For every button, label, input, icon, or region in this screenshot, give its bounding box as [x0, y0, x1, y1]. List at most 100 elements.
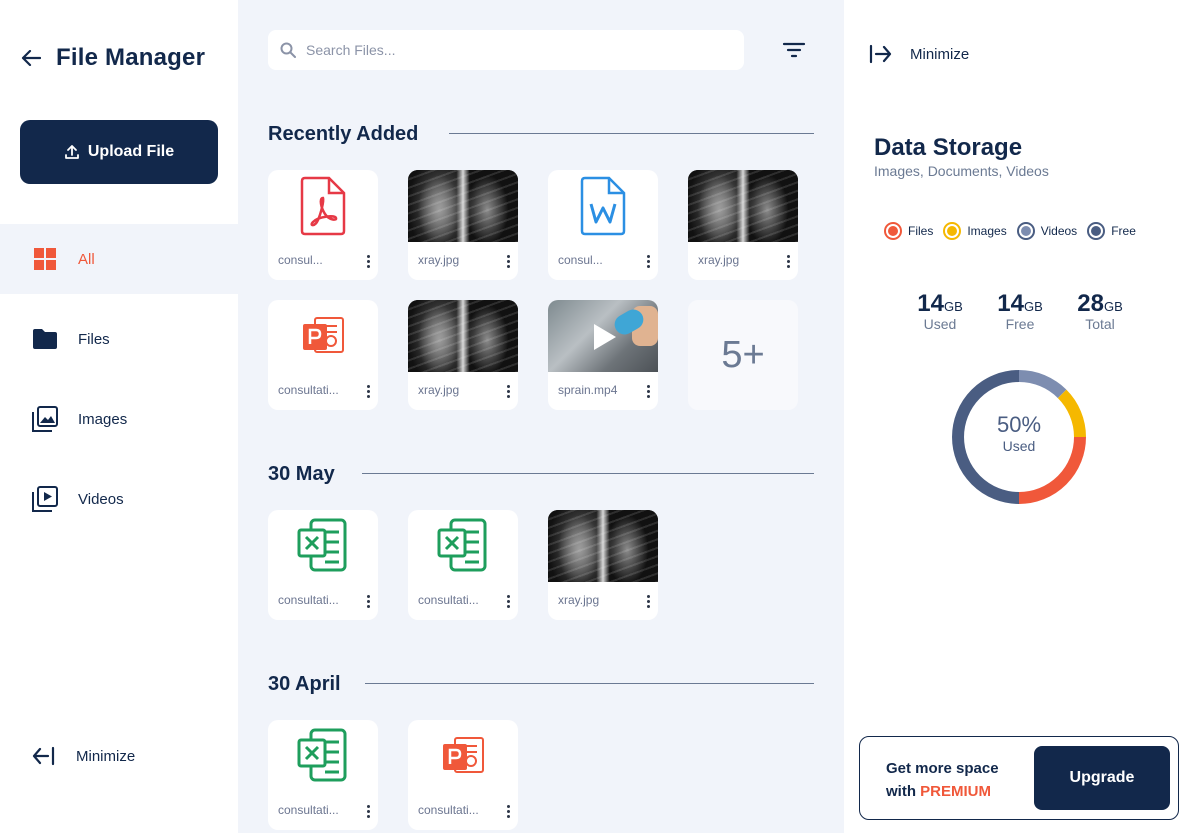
stat-unit: GB	[1023, 299, 1043, 314]
back-arrow-icon[interactable]	[20, 47, 42, 69]
file-card[interactable]: consultati...	[268, 720, 378, 830]
excel-icon	[268, 510, 378, 582]
donut-label: Used	[1002, 438, 1036, 454]
more-options-icon[interactable]	[364, 254, 372, 270]
file-name: consultati...	[418, 803, 479, 817]
panel-minimize-button[interactable]: Minimize	[868, 44, 969, 64]
file-name: xray.jpg	[698, 253, 740, 267]
stat-label: Used	[923, 316, 957, 332]
grid-icon	[32, 246, 58, 272]
stat-label: Free	[1005, 316, 1035, 332]
more-options-icon[interactable]	[504, 804, 512, 820]
stat-unit: GB	[943, 299, 963, 314]
file-card[interactable]: xray.jpg	[408, 300, 518, 410]
play-icon	[594, 324, 616, 350]
data-storage-title: Data Storage	[874, 134, 1023, 161]
legend-label: Images	[967, 224, 1007, 238]
upgrade-button[interactable]: Upgrade	[1034, 746, 1170, 810]
more-options-icon[interactable]	[784, 254, 792, 270]
nav-item-images[interactable]: Images	[0, 384, 238, 454]
nav-label-files: Files	[78, 330, 110, 348]
premium-promo: Get more space with PREMIUM Upgrade	[859, 736, 1179, 820]
stat-unit: GB	[1103, 299, 1123, 314]
legend-label: Free	[1111, 224, 1136, 238]
excel-icon	[268, 720, 378, 792]
file-card[interactable]: xray.jpg	[688, 170, 798, 280]
more-options-icon[interactable]	[364, 594, 372, 610]
search-bar	[268, 30, 744, 70]
more-options-icon[interactable]	[364, 804, 372, 820]
file-name: sprain.mp4	[558, 383, 618, 397]
section-divider	[362, 473, 814, 474]
legend-item-images: Images	[943, 222, 1007, 240]
donut-segment-videos	[1018, 370, 1067, 399]
donut-percent: 50%	[996, 412, 1042, 437]
promo-line: Get more space	[886, 760, 999, 777]
nav-item-videos[interactable]: Videos	[0, 464, 238, 534]
legend-item-free: Free	[1087, 222, 1136, 240]
file-name: consultati...	[278, 803, 339, 817]
file-card[interactable]: consul...	[268, 170, 378, 280]
section-divider	[449, 133, 814, 134]
promo-text: Get more space with PREMIUM	[886, 757, 999, 803]
filter-icon[interactable]	[782, 40, 806, 60]
xray-image-thumbnail	[688, 170, 798, 242]
stat-value: 14	[917, 290, 944, 317]
file-name: consul...	[558, 253, 603, 267]
word-doc-icon	[548, 170, 658, 242]
file-name: consultati...	[278, 383, 339, 397]
excel-icon	[408, 510, 518, 582]
more-options-icon[interactable]	[504, 594, 512, 610]
more-options-icon[interactable]	[644, 384, 652, 400]
file-card[interactable]: consultati...	[268, 510, 378, 620]
legend-item-videos: Videos	[1016, 222, 1078, 240]
file-card[interactable]: consultati...	[408, 510, 518, 620]
upload-file-label: Upload File	[87, 143, 175, 160]
sidebar-header: File Manager	[20, 44, 205, 72]
search-input[interactable]	[306, 42, 706, 58]
sidebar-minimize-label: Minimize	[76, 747, 136, 765]
file-card[interactable]: xray.jpg	[408, 170, 518, 280]
images-icon	[32, 406, 58, 432]
nav-label-videos: Videos	[78, 490, 124, 508]
legend-dot	[943, 222, 962, 240]
nav-item-files[interactable]: Files	[0, 304, 238, 374]
file-name: xray.jpg	[418, 383, 460, 397]
collapse-left-icon	[32, 746, 55, 766]
premium-highlight: PREMIUM	[920, 783, 992, 800]
legend-label: Videos	[1040, 224, 1078, 238]
panel-minimize-label: Minimize	[910, 45, 970, 63]
section-divider	[365, 683, 814, 684]
more-options-icon[interactable]	[644, 254, 652, 270]
section-title-30-april: 30 April	[268, 673, 341, 695]
nav-item-all[interactable]: All	[0, 224, 238, 294]
main-content: Recently Added consul... xray.jpg consul…	[238, 0, 844, 833]
file-name: xray.jpg	[558, 593, 600, 607]
legend-dot	[1087, 222, 1106, 240]
data-storage-subtitle: Images, Documents, Videos	[874, 163, 1049, 179]
pdf-icon	[268, 170, 378, 242]
more-options-icon[interactable]	[644, 594, 652, 610]
collapse-right-icon	[869, 44, 892, 64]
file-card[interactable]: sprain.mp4	[548, 300, 658, 410]
more-options-icon[interactable]	[504, 254, 512, 270]
stat-free: 14GB Free	[985, 290, 1055, 332]
file-card[interactable]: consultati...	[268, 300, 378, 410]
folder-icon	[32, 326, 58, 352]
app-title: File Manager	[56, 44, 206, 71]
storage-legend: Files Images Videos Free	[884, 222, 1136, 240]
storage-panel: Minimize Data Storage Images, Documents,…	[844, 0, 1193, 833]
xray-image-thumbnail	[408, 300, 518, 372]
more-options-icon[interactable]	[504, 384, 512, 400]
legend-item-files: Files	[884, 222, 933, 240]
file-card[interactable]: consultati...	[408, 720, 518, 830]
file-card[interactable]: consul...	[548, 170, 658, 280]
powerpoint-icon	[268, 300, 378, 372]
more-files-tile[interactable]: 5+	[688, 300, 798, 410]
nav-label-all: All	[78, 250, 95, 268]
upload-file-button[interactable]: Upload File	[20, 120, 218, 184]
stat-value: 14	[997, 290, 1024, 317]
sidebar-minimize-button[interactable]: Minimize	[32, 746, 135, 766]
more-options-icon[interactable]	[364, 384, 372, 400]
file-card[interactable]: xray.jpg	[548, 510, 658, 620]
